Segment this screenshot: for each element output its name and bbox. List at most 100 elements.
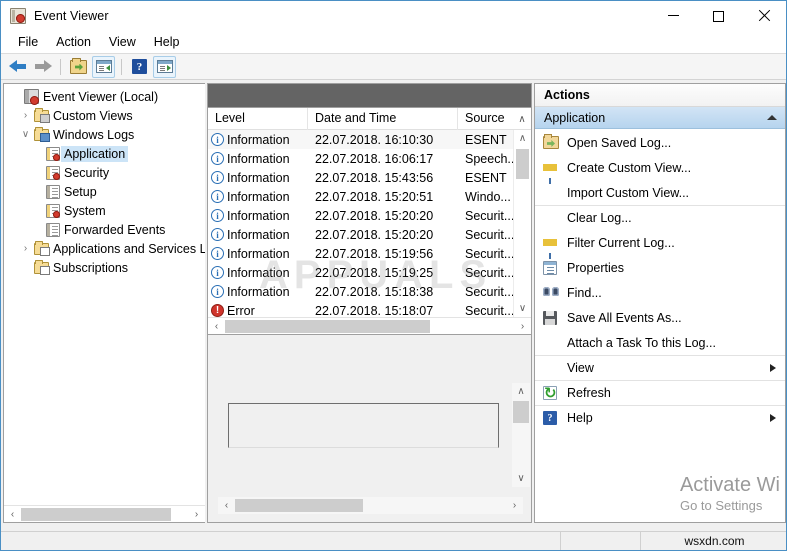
action-label: Find... xyxy=(567,286,785,300)
table-row[interactable]: i Information 22.07.2018. 15:19:25 Secur… xyxy=(208,263,513,282)
detail-vscroll-thumb[interactable] xyxy=(513,401,529,423)
tree-node-security[interactable]: Security xyxy=(4,163,205,182)
information-icon: i xyxy=(211,266,224,279)
table-row[interactable]: i Information 22.07.2018. 15:19:56 Secur… xyxy=(208,244,513,263)
action-help[interactable]: ? Help xyxy=(535,405,785,430)
help-icon: ? xyxy=(132,59,147,74)
detail-horizontal-scrollbar[interactable]: ‹ › xyxy=(218,497,523,514)
scroll-up-arrow-icon[interactable]: ∧ xyxy=(512,383,530,400)
help-icon: ? xyxy=(543,411,567,425)
tree-node-setup[interactable]: Setup xyxy=(4,182,205,201)
table-row[interactable]: i Information 22.07.2018. 15:20:20 Secur… xyxy=(208,225,513,244)
table-row[interactable]: i Information 22.07.2018. 15:43:56 ESENT xyxy=(208,168,513,187)
chevron-up-icon[interactable] xyxy=(767,115,777,120)
cell-source: Securit... xyxy=(458,228,513,242)
scroll-left-arrow-icon[interactable]: ‹ xyxy=(218,497,235,514)
action-find[interactable]: Find... xyxy=(535,280,785,305)
scroll-up-arrow-icon[interactable]: ∧ xyxy=(514,130,531,147)
action-save-all-events-as[interactable]: Save All Events As... xyxy=(535,305,785,330)
tree-node-label: Event Viewer (Local) xyxy=(40,89,161,105)
action-create-custom-view[interactable]: Create Custom View... xyxy=(535,155,785,180)
chevron-down-icon[interactable]: ∨ xyxy=(18,129,33,140)
back-button[interactable] xyxy=(6,56,29,78)
event-list-hscroll-thumb[interactable] xyxy=(225,320,430,333)
column-header-source[interactable]: Source xyxy=(458,108,506,130)
open-folder-button[interactable] xyxy=(67,56,90,78)
scroll-down-arrow-icon[interactable]: ∨ xyxy=(512,470,530,487)
tree-node-subscriptions[interactable]: Subscriptions xyxy=(4,258,205,277)
sort-indicator-icon[interactable]: ∧ xyxy=(513,108,531,130)
close-button[interactable] xyxy=(741,1,786,31)
cell-level: i Information xyxy=(208,190,308,204)
help-button[interactable]: ? xyxy=(128,56,151,78)
actions-group-application[interactable]: Application xyxy=(535,107,785,129)
scroll-right-arrow-icon[interactable]: › xyxy=(514,318,531,335)
event-list-vscroll-thumb[interactable] xyxy=(516,149,529,179)
status-cell-2 xyxy=(561,532,641,551)
table-row[interactable]: i Information 22.07.2018. 16:10:30 ESENT xyxy=(208,130,513,149)
tree-node-custom-views[interactable]: › Custom Views xyxy=(4,106,205,125)
event-list-horizontal-scrollbar[interactable]: ‹ › xyxy=(208,317,531,334)
table-row[interactable]: i Information 22.07.2018. 15:20:20 Secur… xyxy=(208,206,513,225)
menu-view[interactable]: View xyxy=(100,32,145,52)
tree-horizontal-scrollbar[interactable]: ‹ › xyxy=(4,505,205,522)
cell-source: Securit... xyxy=(458,304,513,318)
action-clear-log[interactable]: Clear Log... xyxy=(535,205,785,230)
open-folder-icon xyxy=(70,60,87,74)
tree-node-applications-and-services-logs[interactable]: › Applications and Services Lo xyxy=(4,239,205,258)
scroll-right-arrow-icon[interactable]: › xyxy=(188,506,205,523)
scroll-down-arrow-icon[interactable]: ∨ xyxy=(514,300,531,317)
chevron-right-icon[interactable]: › xyxy=(18,243,33,254)
detail-hscroll-thumb[interactable] xyxy=(235,499,363,512)
action-attach-a-task-to-this-log[interactable]: Attach a Task To this Log... xyxy=(535,330,785,355)
menu-file[interactable]: File xyxy=(9,32,47,52)
filter-icon xyxy=(543,164,567,171)
tree-hscroll-track[interactable] xyxy=(21,506,188,523)
show-hide-action-pane-button[interactable] xyxy=(153,56,176,78)
action-open-saved-log[interactable]: Open Saved Log... xyxy=(535,130,785,155)
forward-arrow-icon xyxy=(34,60,52,73)
event-list-column-headers: Level Date and Time Source ∧ xyxy=(208,108,531,130)
tree-node-event-viewer-local[interactable]: Event Viewer (Local) xyxy=(4,87,205,106)
main-body: Event Viewer (Local) › Custom Views ∨ Wi… xyxy=(1,81,787,531)
tree-node-system[interactable]: System xyxy=(4,201,205,220)
cell-source: ESENT xyxy=(458,171,513,185)
tree-node-windows-logs[interactable]: ∨ Windows Logs xyxy=(4,125,205,144)
detail-vertical-scrollbar[interactable]: ∧ ∨ xyxy=(512,383,530,487)
detail-hscroll-track[interactable] xyxy=(235,497,506,514)
event-list-hscroll-track[interactable] xyxy=(225,318,514,335)
action-refresh[interactable]: Refresh xyxy=(535,380,785,405)
error-icon: ! xyxy=(211,304,224,317)
column-header-level[interactable]: Level xyxy=(208,108,308,130)
filter-icon xyxy=(543,239,567,246)
tree-node-application[interactable]: Application xyxy=(4,144,205,163)
action-import-custom-view[interactable]: Import Custom View... xyxy=(535,180,785,205)
tree-hscroll-thumb[interactable] xyxy=(21,508,171,521)
cell-source: Securit... xyxy=(458,209,513,223)
scroll-left-arrow-icon[interactable]: ‹ xyxy=(4,506,21,523)
action-filter-current-log[interactable]: Filter Current Log... xyxy=(535,230,785,255)
tree-node-forwarded-events[interactable]: Forwarded Events xyxy=(4,220,205,239)
log-icon xyxy=(44,147,61,161)
column-header-date-and-time[interactable]: Date and Time xyxy=(308,108,458,130)
event-list-vertical-scrollbar[interactable]: ∧ ∨ xyxy=(513,130,531,317)
chevron-right-icon[interactable]: › xyxy=(18,110,33,121)
table-row[interactable]: i Information 22.07.2018. 16:06:17 Speec… xyxy=(208,149,513,168)
forward-button[interactable] xyxy=(31,56,54,78)
scroll-left-arrow-icon[interactable]: ‹ xyxy=(208,318,225,335)
maximize-button[interactable] xyxy=(696,1,741,31)
table-row[interactable]: i Information 22.07.2018. 15:20:51 Windo… xyxy=(208,187,513,206)
refresh-icon xyxy=(543,386,567,400)
menu-action[interactable]: Action xyxy=(47,32,100,52)
action-label: Help xyxy=(567,411,770,425)
minimize-button[interactable] xyxy=(651,1,696,31)
menu-help[interactable]: Help xyxy=(145,32,189,52)
table-row[interactable]: ! Error 22.07.2018. 15:18:07 Securit... xyxy=(208,301,513,317)
subscriptions-folder-icon xyxy=(33,262,50,274)
action-label: Create Custom View... xyxy=(567,161,785,175)
show-hide-tree-button[interactable] xyxy=(92,56,115,78)
action-view[interactable]: View xyxy=(535,355,785,380)
action-properties[interactable]: Properties xyxy=(535,255,785,280)
scroll-right-arrow-icon[interactable]: › xyxy=(506,497,523,514)
table-row[interactable]: i Information 22.07.2018. 15:18:38 Secur… xyxy=(208,282,513,301)
